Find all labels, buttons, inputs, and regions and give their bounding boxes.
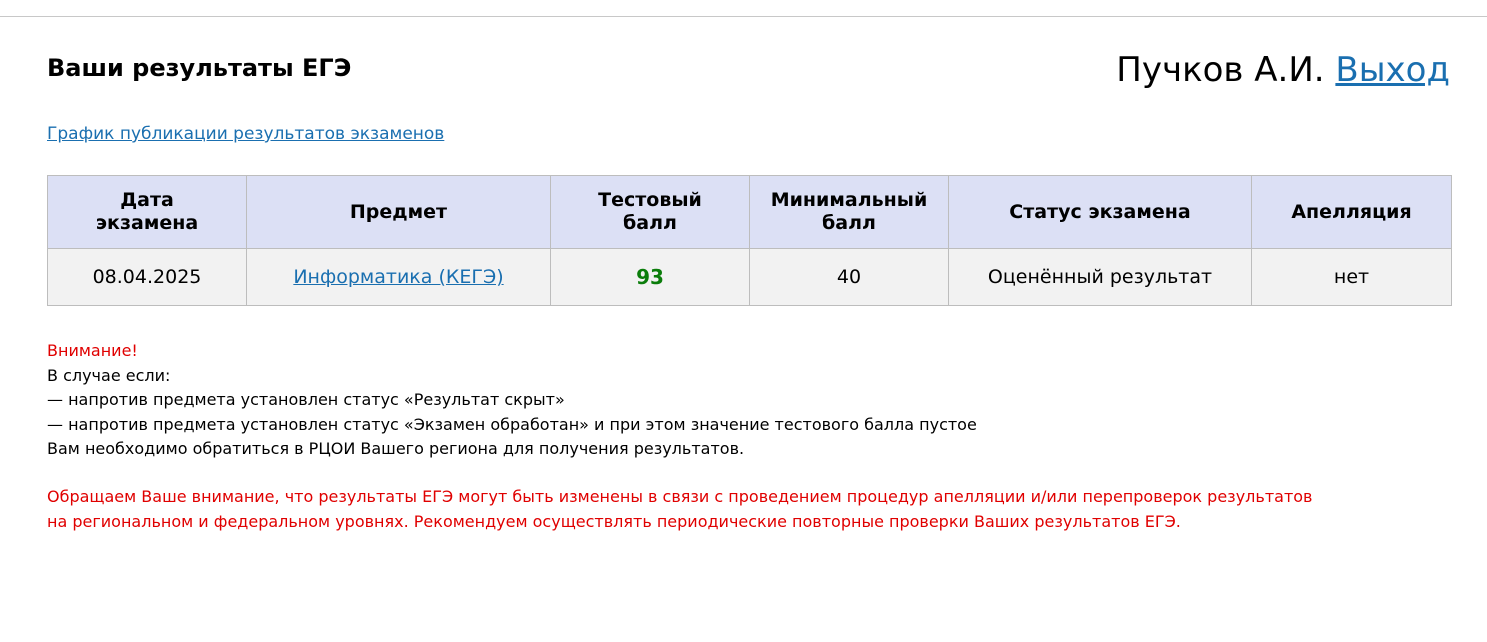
notice-item-hidden: — напротив предмета установлен статус «Р…	[47, 390, 565, 409]
column-header-test-score: Тестовый балл	[550, 175, 750, 249]
appeal-cell: нет	[1251, 248, 1452, 306]
column-header-appeal: Апелляция	[1251, 175, 1452, 249]
table-row: 08.04.2025 Информатика (КЕГЭ) 93 40 Оцен…	[47, 248, 1452, 306]
results-schedule-link[interactable]: График публикации результатов экзаменов	[47, 123, 444, 145]
logout-link[interactable]: Выход	[1335, 50, 1450, 90]
subject-link[interactable]: Информатика (КЕГЭ)	[293, 266, 503, 288]
user-name: Пучков А.И.	[1116, 50, 1325, 90]
user-block: Пучков А.И. Выход	[1116, 48, 1450, 92]
exam-date-cell: 08.04.2025	[47, 248, 247, 306]
subject-cell: Информатика (КЕГЭ)	[246, 248, 551, 306]
column-header-subject: Предмет	[246, 175, 551, 249]
appeal-warning-line-2: на региональном и федеральном уровнях. Р…	[47, 512, 1181, 531]
column-header-date: Дата экзамена	[47, 175, 247, 249]
column-header-status: Статус экзамена	[948, 175, 1252, 249]
test-score-value: 93	[636, 265, 664, 289]
notice-conclusion: Вам необходимо обратиться в РЦОИ Вашего …	[47, 439, 745, 458]
appeal-warning-line-1: Обращаем Ваше внимание, что результаты Е…	[47, 487, 1313, 506]
top-divider	[0, 16, 1487, 17]
page-title: Ваши результаты ЕГЭ	[47, 54, 352, 82]
appeal-warning: Обращаем Ваше внимание, что результаты Е…	[47, 484, 1312, 534]
attention-label: Внимание!	[47, 341, 138, 360]
attention-notice: Внимание! В случае если: — напротив пред…	[47, 339, 977, 462]
exam-status-cell: Оценённый результат	[948, 248, 1252, 306]
min-score-cell: 40	[749, 248, 949, 306]
column-header-min-score: Минимальный балл	[749, 175, 949, 249]
notice-intro: В случае если:	[47, 365, 171, 385]
notice-item-processed: — напротив предмета установлен статус «Э…	[47, 414, 977, 434]
table-header-row: Дата экзамена Предмет Тестовый балл Минима…	[47, 175, 1452, 249]
results-table: Дата экзамена Предмет Тестовый балл Минима…	[47, 175, 1452, 306]
test-score-cell: 93	[550, 248, 750, 306]
